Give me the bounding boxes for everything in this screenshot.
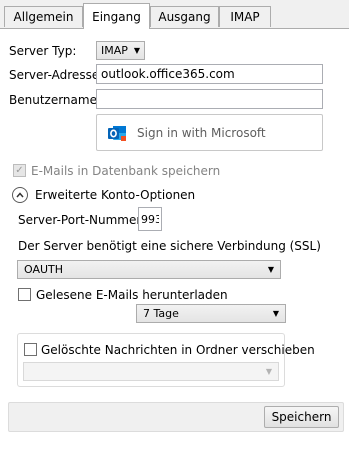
chevron-up-icon	[16, 192, 24, 198]
save-button[interactable]: Speichern	[264, 406, 339, 428]
server-type-label: Server Typ:	[9, 44, 77, 58]
server-type-value: IMAP	[101, 44, 128, 57]
chevron-down-icon: ▼	[272, 309, 279, 318]
chevron-down-icon: ▼	[267, 265, 274, 274]
server-type-select[interactable]: IMAP ▼	[96, 41, 145, 60]
save-db-checkbox[interactable]: ✓	[13, 164, 26, 177]
outlook-icon	[107, 123, 127, 143]
advanced-options-label: Erweiterte Konto-Optionen	[35, 188, 196, 202]
server-address-input[interactable]	[96, 64, 323, 84]
advanced-options-toggle[interactable]	[12, 187, 28, 203]
tab-strip: Allgemein Eingang Ausgang IMAP	[0, 0, 349, 29]
username-input[interactable]	[96, 89, 323, 109]
folder-select[interactable]: ▼	[23, 362, 279, 381]
ssl-select[interactable]: OAUTH ▼	[17, 260, 281, 279]
tab-label: Ausgang	[158, 10, 211, 24]
save-db-label: E-Mails in Datenbank speichern	[31, 164, 221, 178]
chevron-down-icon: ▼	[133, 46, 140, 55]
port-input[interactable]	[138, 207, 162, 231]
chevron-down-icon: ▼	[265, 367, 272, 376]
ssl-value: OAUTH	[24, 263, 64, 276]
days-value: 7 Tage	[143, 307, 179, 320]
tab-ausgang[interactable]: Ausgang	[150, 6, 219, 27]
save-button-label: Speichern	[271, 410, 332, 424]
ssl-label: Der Server benötigt eine sichere Verbind…	[18, 239, 321, 253]
tab-allgemein[interactable]: Allgemein	[4, 6, 83, 27]
tab-eingang[interactable]: Eingang	[83, 3, 150, 29]
tab-label: Allgemein	[13, 10, 74, 24]
ms-signin-label: Sign in with Microsoft	[137, 125, 266, 140]
move-deleted-label: Gelöschte Nachrichten in Ordner verschie…	[41, 343, 315, 357]
tab-imap[interactable]: IMAP	[219, 6, 271, 27]
download-read-checkbox[interactable]	[18, 288, 31, 301]
server-address-label: Server-Adresse:	[9, 68, 104, 82]
tab-label: Eingang	[92, 9, 141, 24]
ms-signin-button[interactable]: Sign in with Microsoft	[96, 114, 323, 151]
tab-label: IMAP	[230, 10, 260, 24]
move-deleted-checkbox[interactable]	[24, 343, 37, 356]
port-label: Server-Port-Nummer:	[18, 213, 146, 227]
download-read-label: Gelesene E-Mails herunterladen	[36, 288, 228, 302]
days-select[interactable]: 7 Tage ▼	[136, 304, 286, 323]
username-label: Benutzername:	[9, 93, 102, 107]
